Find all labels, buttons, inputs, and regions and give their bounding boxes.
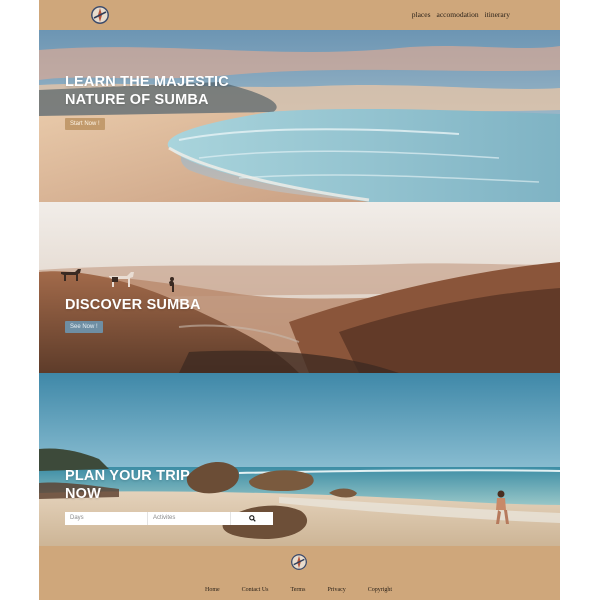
hero-plan-title: PLAN YOUR TRIP NOW xyxy=(65,468,190,502)
activities-input[interactable]: Activites xyxy=(148,512,231,525)
site-footer: Home Contact Us Terms Privacy Copyright xyxy=(39,546,560,600)
trip-search-bar: Days Activites xyxy=(65,512,273,525)
search-icon xyxy=(248,515,256,522)
footer-link-copyright[interactable]: Copyright xyxy=(368,587,392,593)
footer-link-contact[interactable]: Contact Us xyxy=(242,587,269,593)
hero-discover-section: DISCOVER SUMBA See Now ! xyxy=(39,202,560,373)
hero-discover-title: DISCOVER SUMBA xyxy=(65,297,201,313)
days-input[interactable]: Days xyxy=(65,512,148,525)
beach-hero-image xyxy=(39,30,560,202)
footer-link-home[interactable]: Home xyxy=(205,587,220,593)
compass-logo-icon[interactable] xyxy=(91,6,109,24)
top-navbar: places accomodation itinerary xyxy=(39,0,560,30)
hero-learn-section: LEARN THE MAJESTIC NATURE OF SUMBA Start… xyxy=(39,30,560,202)
footer-links: Home Contact Us Terms Privacy Copyright xyxy=(205,587,414,593)
main-nav: places accomodation itinerary xyxy=(412,10,510,19)
hills-hero-image xyxy=(39,202,560,373)
nav-itinerary[interactable]: itinerary xyxy=(485,10,510,19)
footer-link-terms[interactable]: Terms xyxy=(291,587,306,593)
nav-accomodation[interactable]: accomodation xyxy=(437,10,479,19)
search-button[interactable] xyxy=(231,512,273,525)
hero-learn-title: LEARN THE MAJESTIC NATURE OF SUMBA xyxy=(65,74,229,108)
site-frame: places accomodation itinerary LEARN THE … xyxy=(39,0,560,600)
hero-plan-section: PLAN YOUR TRIP NOW Days Activites xyxy=(39,373,560,546)
see-now-button[interactable]: See Now ! xyxy=(65,321,103,333)
footer-link-privacy[interactable]: Privacy xyxy=(327,587,345,593)
start-now-button[interactable]: Start Now ! xyxy=(65,118,105,130)
compass-logo-icon[interactable] xyxy=(291,554,307,570)
nav-places[interactable]: places xyxy=(412,10,431,19)
page: places accomodation itinerary LEARN THE … xyxy=(0,0,600,600)
